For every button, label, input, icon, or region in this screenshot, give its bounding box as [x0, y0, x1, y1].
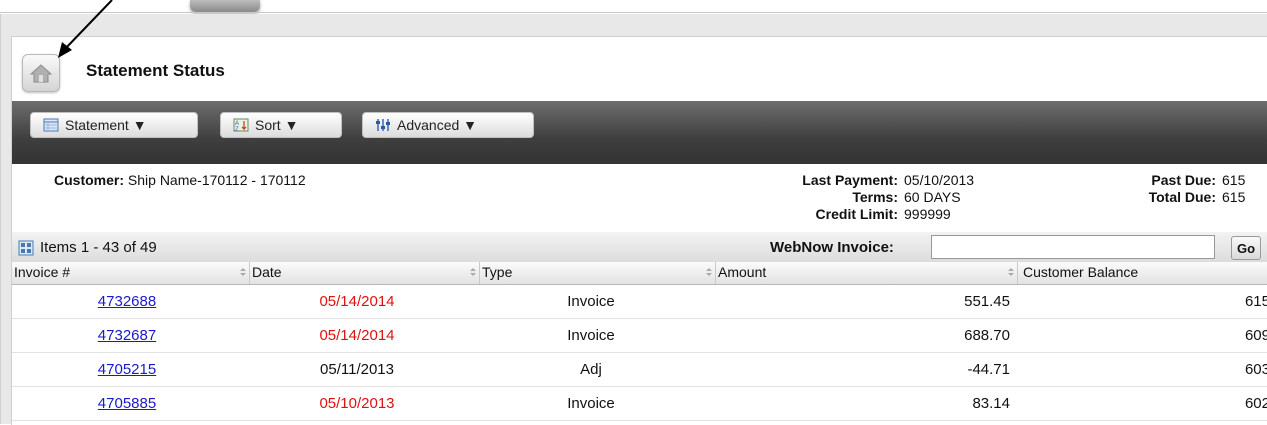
- table-body: 4732688 05/14/2014 Invoice 551.45 615 47…: [12, 285, 1267, 421]
- amount-cell: 551.45: [964, 293, 1010, 310]
- app-frame: Statement Status Statement ▼ A Z Sort ▼ …: [0, 14, 1267, 425]
- invoice-cell: 4705885: [12, 387, 242, 420]
- items-bar: Items 1 - 43 of 49 WebNow Invoice: Go: [12, 232, 1267, 263]
- table-header: Invoice # Date Type Amount Customer Bala…: [12, 262, 1267, 285]
- toolbar: Statement ▼ A Z Sort ▼ Advanced ▼: [12, 101, 1267, 164]
- items-count: Items 1 - 43 of 49: [18, 239, 157, 256]
- svg-text:Z: Z: [235, 127, 239, 132]
- invoice-link[interactable]: 4732688: [98, 293, 156, 310]
- statement-panel: Statement Status Statement ▼ A Z Sort ▼ …: [11, 36, 1267, 425]
- type-cell: Invoice: [567, 327, 615, 344]
- table-row[interactable]: 4732688 05/14/2014 Invoice 551.45 615: [12, 285, 1267, 319]
- page-title: Statement Status: [86, 61, 225, 80]
- last-payment-value: 05/10/2013: [904, 172, 975, 188]
- past-due-label: Past Due:: [1151, 172, 1216, 188]
- items-icon: [18, 240, 34, 255]
- amount-cell: 83.14: [972, 395, 1010, 412]
- items-count-text: Items 1 - 43 of 49: [40, 239, 157, 256]
- invoice-link[interactable]: 4732687: [98, 327, 156, 344]
- terms-label: Terms:: [852, 189, 898, 205]
- sort-menu-label: Sort ▼: [255, 117, 299, 133]
- total-due-label: Total Due:: [1148, 189, 1216, 205]
- column-header-amount[interactable]: Amount: [716, 262, 1018, 284]
- column-header-invoice[interactable]: Invoice #: [12, 262, 250, 284]
- table-row[interactable]: 4732687 05/14/2014 Invoice 688.70 609: [12, 319, 1267, 353]
- customer-label: Customer:: [54, 172, 125, 188]
- statement-menu-button[interactable]: Statement ▼: [30, 112, 198, 138]
- balance-cell: 615: [1244, 293, 1267, 310]
- home-button[interactable]: [22, 54, 60, 92]
- payment-summary: Last Payment: 05/10/2013 Terms: 60 DAYS …: [752, 172, 974, 223]
- customer-value: Ship Name-170112 - 170112: [127, 172, 306, 188]
- column-header-label: Amount: [718, 264, 767, 280]
- balance-cell: 609: [1244, 327, 1267, 344]
- column-header-label: Customer Balance: [1023, 264, 1139, 280]
- top-divider: [0, 12, 1267, 13]
- statement-menu-label: Statement ▼: [65, 117, 147, 133]
- amount-cell: 688.70: [964, 327, 1010, 344]
- credit-limit-value: 999999: [904, 206, 951, 222]
- date-cell: 05/10/2013: [319, 395, 395, 412]
- go-button[interactable]: Go: [1231, 236, 1261, 260]
- column-header-type[interactable]: Type: [480, 262, 716, 284]
- sort-arrows-icon: [470, 268, 476, 278]
- customer-line: Customer: Ship Name-170112 - 170112: [54, 172, 306, 188]
- type-cell: Adj: [580, 361, 602, 378]
- column-header-customer-balance[interactable]: Customer Balance: [1018, 262, 1267, 284]
- column-header-label: Date: [252, 264, 282, 280]
- advanced-menu-button[interactable]: Advanced ▼: [362, 112, 534, 138]
- invoice-link[interactable]: 4705215: [98, 361, 156, 378]
- column-header-date[interactable]: Date: [250, 262, 480, 284]
- invoice-link[interactable]: 4705885: [98, 395, 156, 412]
- invoice-cell: 4732688: [12, 285, 242, 318]
- balance-cell: 602: [1244, 395, 1267, 412]
- past-due-value: 615: [1222, 172, 1246, 188]
- column-header-label: Type: [482, 264, 513, 280]
- table-row[interactable]: 4705215 05/11/2013 Adj -44.71 603: [12, 353, 1267, 387]
- advanced-menu-label: Advanced ▼: [397, 117, 478, 133]
- invoice-cell: 4732687: [12, 319, 242, 352]
- credit-limit-label: Credit Limit:: [815, 206, 898, 222]
- sort-arrows-icon: [1008, 268, 1014, 278]
- webnow-invoice-input[interactable]: [931, 235, 1215, 259]
- type-cell: Invoice: [567, 293, 615, 310]
- terms-value: 60 DAYS: [904, 189, 961, 205]
- total-due-value: 615: [1222, 189, 1246, 205]
- type-cell: Invoice: [567, 395, 615, 412]
- due-summary: Past Due: 615 Total Due: 615: [1122, 172, 1246, 206]
- webnow-invoice-label: WebNow Invoice:: [770, 239, 894, 256]
- date-cell: 05/11/2013: [320, 361, 394, 378]
- home-icon: [30, 64, 52, 83]
- advanced-icon: [376, 119, 390, 131]
- sort-arrows-icon: [706, 268, 712, 278]
- column-header-label: Invoice #: [14, 264, 71, 280]
- customer-info: Customer: Ship Name-170112 - 170112 Last…: [12, 164, 1267, 232]
- balance-cell: 603: [1244, 361, 1267, 378]
- top-tab[interactable]: [190, 0, 260, 12]
- date-cell: 05/14/2014: [319, 293, 395, 310]
- date-cell: 05/14/2014: [319, 327, 395, 344]
- table-row[interactable]: 4705885 05/10/2013 Invoice 83.14 602: [12, 387, 1267, 421]
- last-payment-label: Last Payment:: [802, 172, 898, 188]
- invoice-cell: 4705215: [12, 353, 242, 386]
- statement-icon: [43, 118, 59, 132]
- top-strip: [0, 0, 1267, 14]
- amount-cell: -44.71: [967, 361, 1010, 378]
- sort-icon: A Z: [233, 118, 249, 132]
- sort-menu-button[interactable]: A Z Sort ▼: [220, 112, 342, 138]
- sort-arrows-icon: [240, 268, 246, 278]
